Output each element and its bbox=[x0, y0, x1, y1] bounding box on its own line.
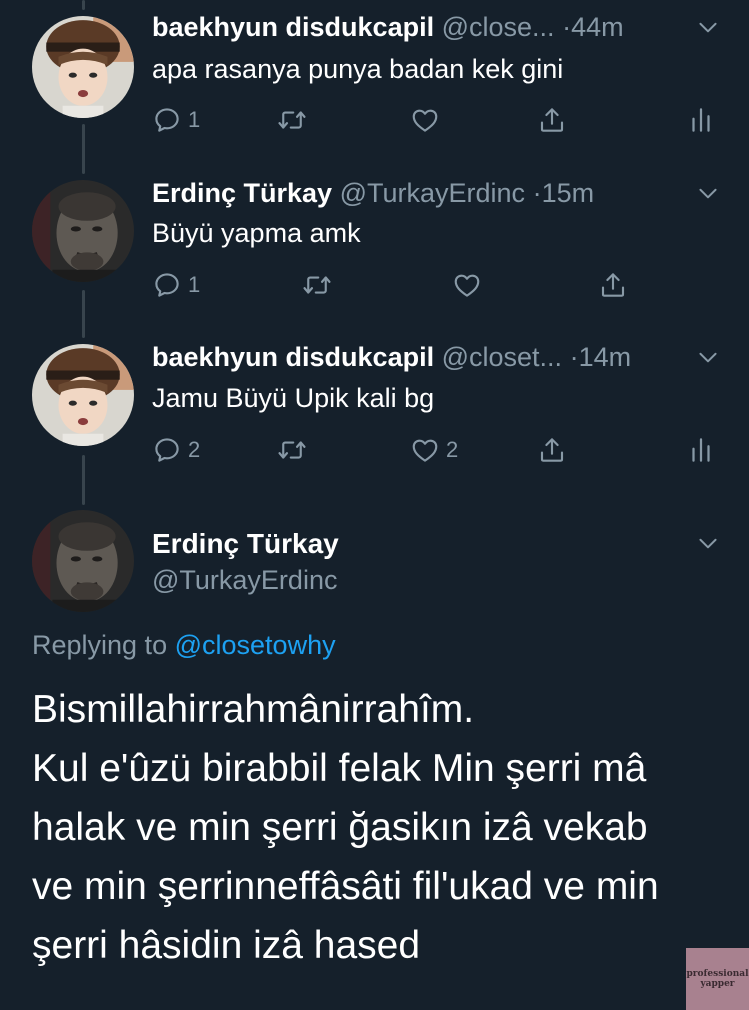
retweet-icon bbox=[277, 435, 307, 465]
tweet-header: baekhyun disdukcapil @closet... ·14m bbox=[152, 340, 693, 374]
author-name[interactable]: Erdinç Türkay bbox=[152, 527, 339, 561]
watermark-line-1: professional bbox=[686, 969, 749, 979]
avatar[interactable] bbox=[32, 180, 134, 282]
share-button[interactable] bbox=[598, 265, 628, 305]
share-button[interactable] bbox=[537, 100, 567, 140]
like-button[interactable] bbox=[410, 100, 440, 140]
separator-dot: · bbox=[569, 342, 579, 372]
author-handle[interactable]: @TurkayErdinc bbox=[152, 563, 337, 597]
share-button[interactable] bbox=[537, 430, 567, 470]
watermark-line-2: yapper bbox=[700, 979, 735, 989]
retweet-button[interactable] bbox=[277, 430, 307, 470]
tweet-actions: 2 2 bbox=[152, 430, 749, 470]
main-tweet-text: Bismillahirrahmânirrahîm. Kul e'ûzü bira… bbox=[32, 680, 712, 975]
timestamp[interactable]: 14m bbox=[579, 342, 632, 372]
tweet-text: apa rasanya punya badan kek gini bbox=[152, 54, 564, 84]
like-icon bbox=[410, 435, 440, 465]
tweet-actions: 1 bbox=[152, 100, 749, 140]
stats-button[interactable] bbox=[686, 430, 716, 470]
separator-dot: · bbox=[532, 178, 542, 208]
author-handle[interactable]: @close... bbox=[442, 12, 555, 42]
like-icon bbox=[452, 270, 482, 300]
share-icon bbox=[537, 435, 567, 465]
reply-icon bbox=[152, 270, 182, 300]
reply-button[interactable]: 1 bbox=[152, 100, 200, 140]
reply-count: 1 bbox=[188, 107, 201, 132]
text-line: Kul e'ûzü birabbil felak Min şerri mâ bbox=[32, 747, 647, 790]
timestamp[interactable]: 15m bbox=[542, 178, 595, 208]
text-line: halak ve min şerri ğasikın izâ vekab bbox=[32, 806, 648, 849]
chevron-down-icon[interactable] bbox=[695, 14, 721, 40]
chevron-down-icon[interactable] bbox=[695, 344, 721, 370]
avatar[interactable] bbox=[32, 344, 134, 446]
reply-icon bbox=[152, 435, 182, 465]
tweet-header: baekhyun disdukcapil @close... ·44m bbox=[152, 10, 693, 44]
author-name[interactable]: baekhyun disdukcapil bbox=[152, 12, 434, 42]
timestamp[interactable]: 44m bbox=[571, 12, 624, 42]
thread-line-2 bbox=[82, 290, 85, 338]
stats-button[interactable] bbox=[686, 100, 716, 140]
author-handle[interactable]: @closet... bbox=[442, 342, 562, 372]
retweet-button[interactable] bbox=[277, 100, 307, 140]
watermark-badge: professional yapper bbox=[686, 948, 749, 1010]
replying-to-handle-link[interactable]: @closetowhy bbox=[175, 630, 336, 660]
reply-button[interactable]: 2 bbox=[152, 430, 200, 470]
stats-icon bbox=[686, 435, 716, 465]
author-handle[interactable]: @TurkayErdinc bbox=[340, 178, 525, 208]
author-name[interactable]: baekhyun disdukcapil bbox=[152, 342, 434, 372]
avatar[interactable] bbox=[32, 510, 134, 612]
thread-line-1 bbox=[82, 124, 85, 174]
text-line: şerri hâsidin izâ hased bbox=[32, 924, 421, 967]
chevron-down-icon[interactable] bbox=[695, 530, 721, 556]
author-name[interactable]: Erdinç Türkay bbox=[152, 178, 332, 208]
thread-line-top bbox=[82, 0, 85, 10]
tweet-text: Jamu Büyü Upik kali bg bbox=[152, 383, 435, 413]
replying-to-label: Replying to bbox=[32, 630, 168, 660]
tweet-text: Büyü yapma amk bbox=[152, 218, 361, 248]
retweet-icon bbox=[277, 105, 307, 135]
thread-line-3 bbox=[82, 455, 85, 505]
like-icon bbox=[410, 105, 440, 135]
replying-to: Replying to @closetowhy bbox=[32, 628, 336, 662]
like-button[interactable] bbox=[452, 265, 482, 305]
stats-icon bbox=[686, 105, 716, 135]
reply-count: 2 bbox=[188, 437, 201, 462]
chevron-down-icon[interactable] bbox=[695, 180, 721, 206]
reply-icon bbox=[152, 105, 182, 135]
reply-button[interactable]: 1 bbox=[152, 265, 200, 305]
like-count: 2 bbox=[446, 437, 459, 462]
text-line: ve min şerrinneffâsâti fil'ukad ve min bbox=[32, 865, 659, 908]
tweet-header: Erdinç Türkay @TurkayErdinc ·15m bbox=[152, 176, 693, 210]
text-line: Bismillahirrahmânirrahîm. bbox=[32, 688, 475, 731]
retweet-button[interactable] bbox=[302, 265, 332, 305]
like-button[interactable]: 2 bbox=[410, 430, 458, 470]
avatar[interactable] bbox=[32, 16, 134, 118]
reply-count: 1 bbox=[188, 272, 201, 297]
share-icon bbox=[598, 270, 628, 300]
retweet-icon bbox=[302, 270, 332, 300]
tweet-actions: 1 bbox=[152, 265, 749, 305]
separator-dot: · bbox=[562, 12, 572, 42]
share-icon bbox=[537, 105, 567, 135]
